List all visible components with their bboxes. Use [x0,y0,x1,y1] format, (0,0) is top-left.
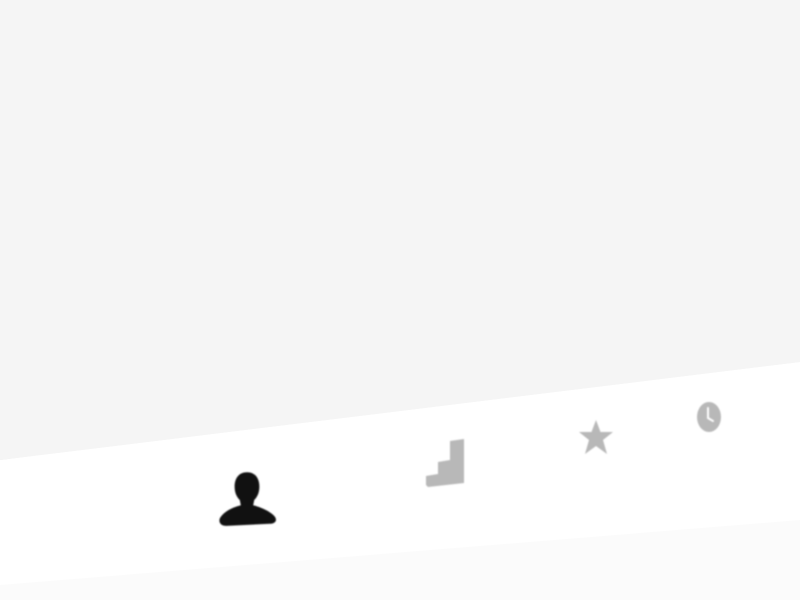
app-window [0,0,800,600]
person-icon-shape [219,472,276,526]
star-icon-shape [579,420,613,454]
stairs-icon[interactable] [424,438,466,488]
screen-surface [0,0,800,600]
star-icon[interactable] [578,418,614,460]
stairs-icon-shape [426,439,464,487]
person-icon[interactable] [214,466,280,532]
clock-icon[interactable] [694,400,724,434]
